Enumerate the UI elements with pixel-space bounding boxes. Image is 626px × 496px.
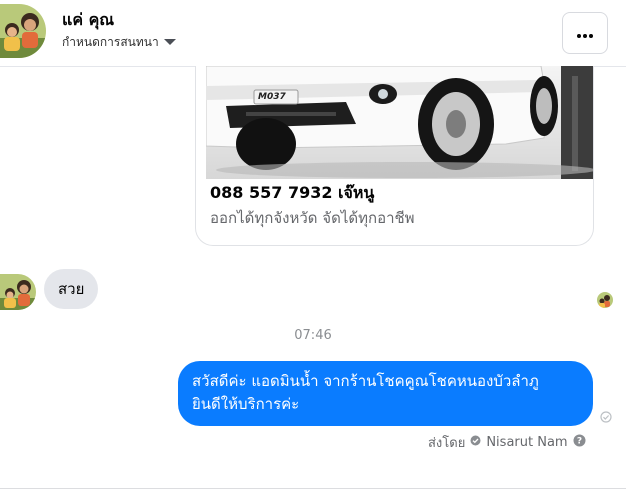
contact-avatar[interactable]: [0, 4, 46, 58]
message-timestamp: 07:46: [294, 328, 332, 343]
sent-by-line: ส่งโดย Nisarut Nam ?: [428, 432, 586, 453]
caret-down-icon: [163, 36, 177, 50]
car-photo[interactable]: M037: [206, 66, 593, 179]
more-horizontal-icon: [576, 24, 594, 43]
verified-check-icon: [470, 435, 481, 450]
sent-by-label: ส่งโดย: [428, 436, 466, 451]
sender-avatar[interactable]: [0, 274, 36, 310]
outgoing-message-bubble[interactable]: สวัสดีค่ะ แอดมินน้ำ จากร้านโชคคูณโชคหนอง…: [178, 361, 593, 426]
conversation-header: แค่ คุณ กำหนดการสนทนา: [0, 0, 626, 67]
svg-text:?: ?: [576, 437, 581, 447]
help-question-icon[interactable]: ?: [573, 434, 586, 451]
outgoing-message-line: ยินดีให้บริการค่ะ: [192, 395, 300, 413]
incoming-message-bubble[interactable]: สวย: [44, 269, 99, 309]
outgoing-message-line: สวัสดีค่ะ แอดมินน้ำ จากร้านโชคคูณโชคหนอง…: [192, 372, 539, 390]
conversation-settings[interactable]: กำหนดการสนทนา: [62, 33, 177, 52]
card-title[interactable]: 088 557 7932 เจ๊หนู: [210, 181, 374, 206]
conversation-settings-label: กำหนดการสนทนา: [62, 35, 159, 49]
sender-name[interactable]: Nisarut Nam: [486, 435, 567, 450]
shared-post-card[interactable]: M037 088 557 7932 เจ๊หนู ออกได้ทุกจังหวั…: [195, 66, 594, 246]
seen-receipt-avatar: [597, 292, 613, 308]
more-options-button[interactable]: [562, 12, 608, 54]
sent-status-check-icon: [600, 408, 612, 423]
license-plate-text: M037: [258, 92, 286, 102]
card-subtitle: ออกได้ทุกจังหวัด จัดได้ทุกอาชีพ: [210, 209, 415, 227]
contact-name[interactable]: แค่ คุณ: [62, 8, 114, 33]
